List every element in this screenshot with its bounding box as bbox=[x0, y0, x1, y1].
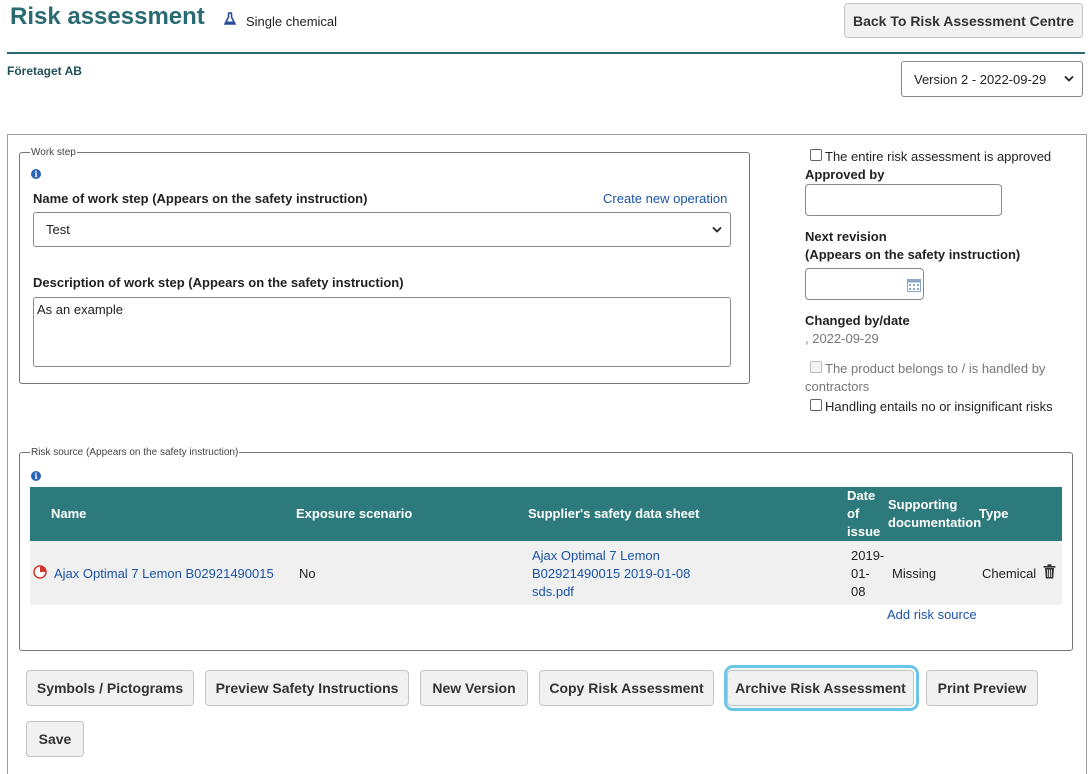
calendar-icon[interactable] bbox=[907, 278, 921, 292]
add-risk-source-link[interactable]: Add risk source bbox=[887, 607, 977, 622]
work-step-name-select[interactable]: Test bbox=[33, 212, 731, 247]
contractors-label-line1: The product belongs to / is handled by bbox=[825, 361, 1045, 376]
company-name: Företaget AB bbox=[7, 64, 82, 78]
contractors-checkbox[interactable] bbox=[810, 361, 822, 373]
pie-status-icon bbox=[33, 565, 47, 579]
column-type: Type bbox=[979, 505, 1008, 523]
archive-risk-assessment-button[interactable]: Archive Risk Assessment bbox=[727, 670, 914, 706]
sds-link-line1[interactable]: Ajax Optimal 7 Lemon bbox=[532, 547, 660, 565]
column-date-3: issue bbox=[847, 523, 880, 541]
approved-checkbox[interactable] bbox=[810, 149, 822, 161]
flask-icon bbox=[223, 12, 237, 26]
version-select[interactable]: Version 2 - 2022-09-29 bbox=[901, 61, 1083, 97]
back-to-centre-button[interactable]: Back To Risk Assessment Centre bbox=[844, 3, 1083, 38]
symbols-pictograms-button[interactable]: Symbols / Pictograms bbox=[26, 670, 194, 706]
save-button[interactable]: Save bbox=[26, 721, 84, 757]
version-select-value: Version 2 - 2022-09-29 bbox=[914, 72, 1046, 87]
column-sds: Supplier's safety data sheet bbox=[528, 505, 699, 523]
column-support-1: Supporting bbox=[888, 496, 957, 514]
issue-date-line3: 08 bbox=[851, 583, 865, 601]
type-value: Chemical bbox=[982, 565, 1036, 583]
new-version-button[interactable]: New Version bbox=[420, 670, 528, 706]
supporting-doc-value: Missing bbox=[892, 565, 936, 583]
work-step-description-textarea[interactable]: As an example bbox=[33, 297, 731, 367]
trash-icon[interactable] bbox=[1043, 564, 1056, 579]
header-divider bbox=[7, 52, 1085, 54]
contractors-label-line2: contractors bbox=[805, 379, 869, 394]
column-exposure: Exposure scenario bbox=[296, 505, 412, 523]
approved-checkbox-label: The entire risk assessment is approved bbox=[825, 149, 1051, 164]
work-step-description-value: As an example bbox=[37, 302, 123, 317]
chevron-down-icon bbox=[1064, 76, 1074, 83]
issue-date-line2: 01- bbox=[851, 565, 870, 583]
chevron-down-icon bbox=[712, 226, 722, 233]
column-date-2: of bbox=[847, 505, 859, 523]
copy-risk-assessment-button[interactable]: Copy Risk Assessment bbox=[539, 670, 714, 706]
next-revision-sublabel: (Appears on the safety instruction) bbox=[805, 247, 1020, 262]
changed-by-label: Changed by/date bbox=[805, 313, 910, 328]
work-step-legend: Work step bbox=[30, 147, 77, 158]
approved-by-label: Approved by bbox=[805, 167, 884, 182]
risk-source-name-link[interactable]: Ajax Optimal 7 Lemon B02921490015 bbox=[54, 565, 274, 583]
exposure-value: No bbox=[299, 565, 316, 583]
risk-source-legend: Risk source (Appears on the safety instr… bbox=[30, 447, 239, 458]
sds-link-line3[interactable]: sds.pdf bbox=[532, 583, 574, 601]
next-revision-date-input[interactable] bbox=[805, 268, 924, 300]
page-title: Risk assessment bbox=[10, 3, 205, 31]
approved-by-input[interactable] bbox=[805, 184, 1002, 216]
info-icon[interactable]: i bbox=[31, 169, 41, 179]
info-icon[interactable]: i bbox=[31, 471, 41, 481]
print-preview-button[interactable]: Print Preview bbox=[926, 670, 1038, 706]
preview-safety-instructions-button[interactable]: Preview Safety Instructions bbox=[205, 670, 409, 706]
work-step-description-label: Description of work step (Appears on the… bbox=[33, 275, 404, 290]
next-revision-label: Next revision bbox=[805, 229, 887, 244]
changed-by-value: , 2022-09-29 bbox=[805, 331, 879, 346]
sds-link-line2[interactable]: B02921490015 2019-01-08 bbox=[532, 565, 690, 583]
issue-date-line1: 2019- bbox=[851, 547, 884, 565]
column-name: Name bbox=[51, 505, 86, 523]
work-step-name-label: Name of work step (Appears on the safety… bbox=[33, 191, 367, 206]
work-step-name-value: Test bbox=[46, 222, 70, 237]
insignificant-risk-checkbox[interactable] bbox=[810, 399, 822, 411]
column-support-2: documentation bbox=[888, 514, 981, 532]
create-new-operation-link[interactable]: Create new operation bbox=[603, 191, 727, 206]
column-date-1: Date bbox=[847, 487, 875, 505]
insignificant-risk-label: Handling entails no or insignificant ris… bbox=[825, 399, 1053, 414]
assessment-type-label: Single chemical bbox=[246, 14, 337, 29]
